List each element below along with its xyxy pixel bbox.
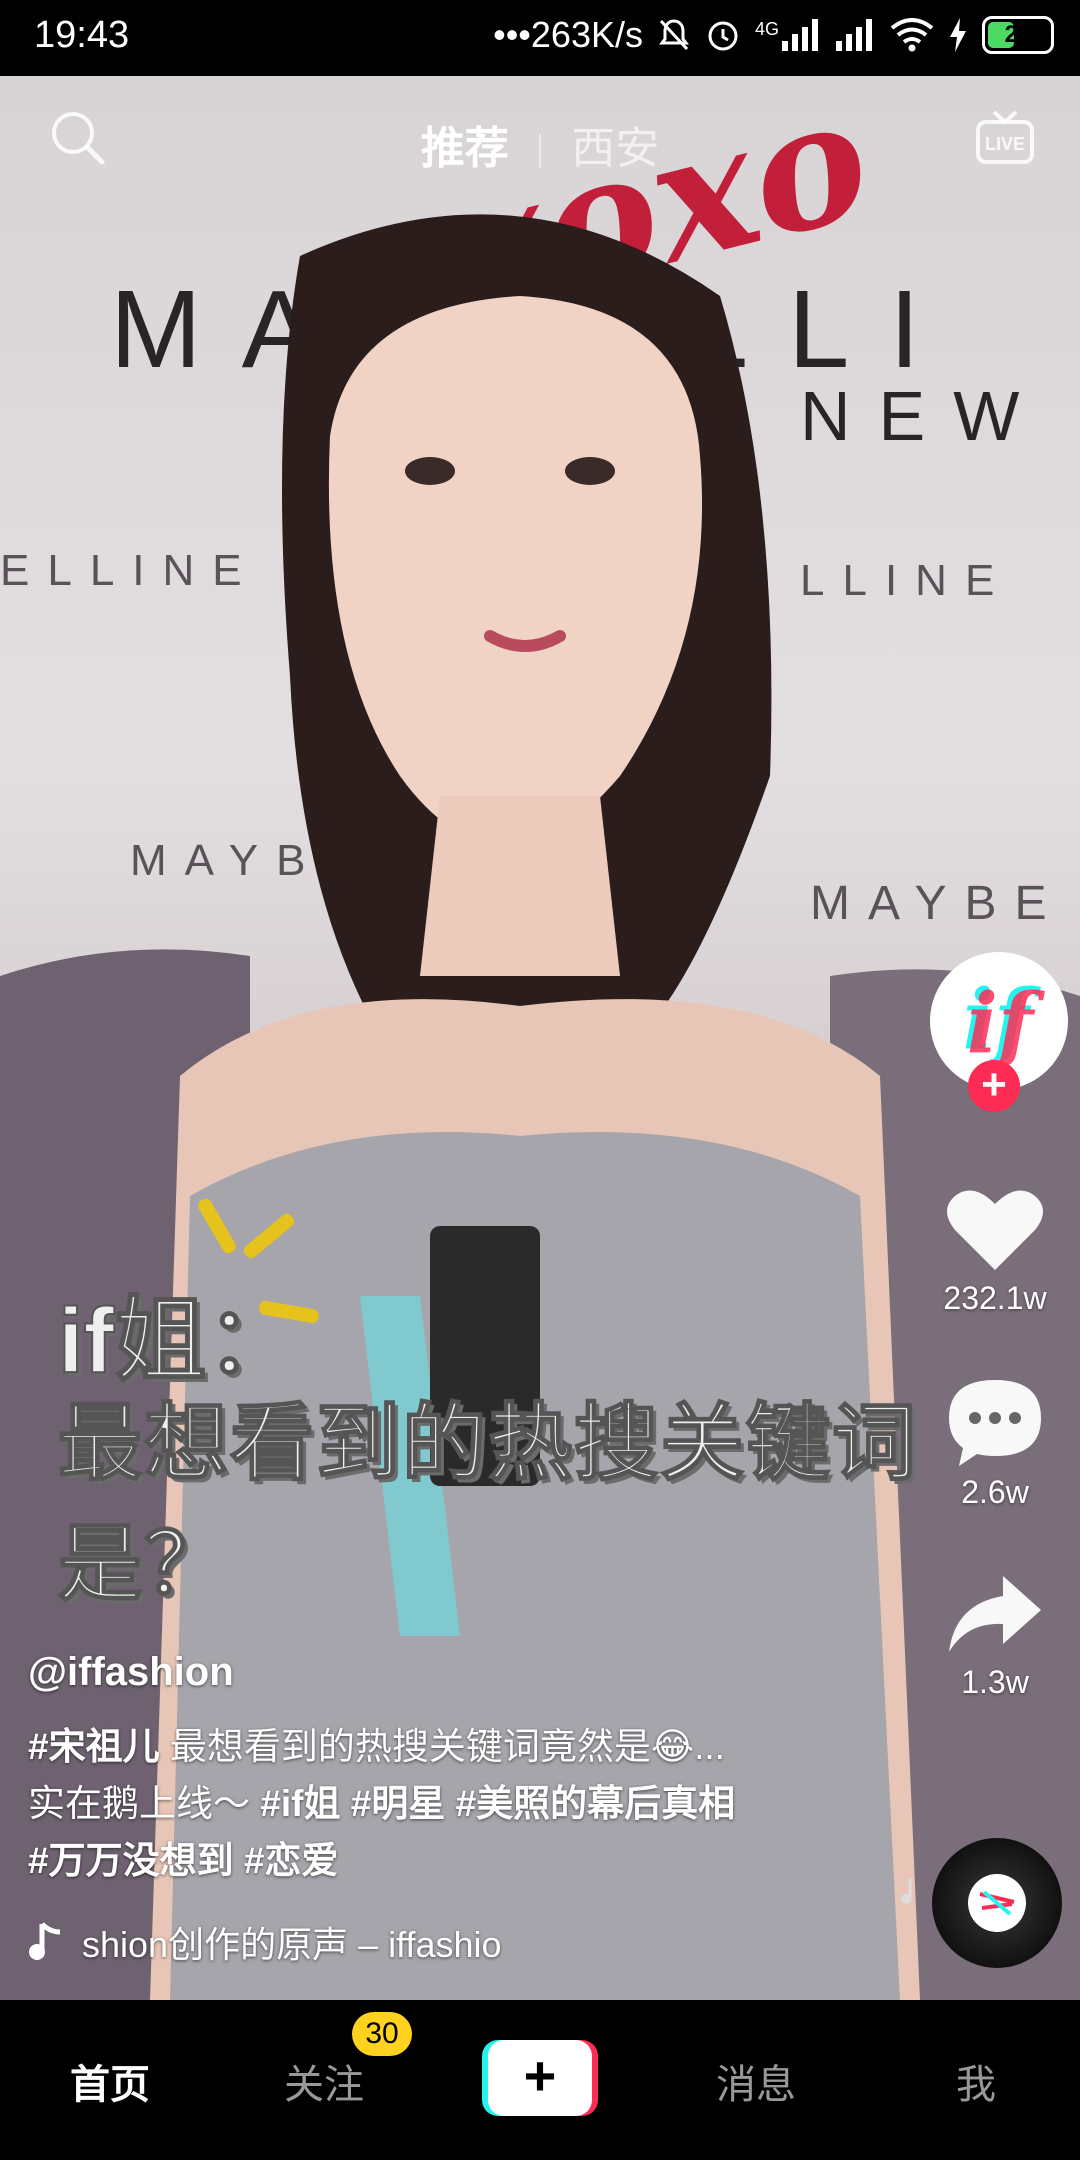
status-icons: •••263K/s 4G 28 bbox=[493, 14, 1054, 56]
like-count: 232.1w bbox=[943, 1280, 1047, 1316]
comment-button[interactable]: 2.6w bbox=[930, 1376, 1060, 1511]
video-caption-question: 最想看到的热搜关键词是？ bbox=[57, 1395, 919, 1612]
network-speed: •••263K/s bbox=[493, 14, 643, 55]
like-button[interactable]: 232.1w bbox=[930, 1184, 1060, 1317]
status-time: 19:43 bbox=[34, 14, 130, 56]
live-icon[interactable]: LIVE bbox=[974, 106, 1036, 168]
author-name[interactable]: @iffashion bbox=[28, 1650, 234, 1695]
top-nav: 推荐 西安 LIVE bbox=[0, 76, 1080, 206]
disc-logo-icon bbox=[979, 1890, 1015, 1916]
music-title: shion创作的原声 – iffashio bbox=[82, 1924, 502, 1965]
charging-icon bbox=[948, 18, 968, 52]
create-plus-icon: + bbox=[488, 2040, 592, 2116]
tab-divider bbox=[539, 134, 541, 169]
feed-tabs: 推荐 西安 bbox=[0, 112, 1080, 176]
alarm-icon bbox=[705, 17, 741, 53]
mute-bell-icon bbox=[657, 17, 691, 53]
tab-local-city[interactable]: 西安 bbox=[553, 112, 677, 176]
hashtags[interactable]: #if姐 #明星 #美照的幕后真相 bbox=[250, 1783, 735, 1824]
create-button[interactable]: + bbox=[482, 2040, 598, 2116]
music-disc-cover bbox=[968, 1874, 1026, 1932]
battery-icon: 28 bbox=[982, 16, 1054, 54]
battery-level: 28 bbox=[1004, 21, 1032, 48]
wifi-icon bbox=[890, 18, 934, 52]
description-text: 最想看到的热搜关键词竟然是😂... bbox=[159, 1726, 725, 1767]
music-note-icon bbox=[29, 1922, 61, 1960]
share-arrow-icon bbox=[949, 1576, 1041, 1652]
comment-icon bbox=[949, 1380, 1041, 1466]
floating-note-icon bbox=[901, 1878, 912, 1904]
signal-label: 4G bbox=[754, 19, 779, 39]
video-frame-person bbox=[0, 214, 1080, 2000]
share-button[interactable]: 1.3w bbox=[930, 1572, 1060, 1701]
heart-icon bbox=[947, 1190, 1043, 1270]
svg-text:if: if bbox=[967, 976, 1045, 1072]
tab-recommended[interactable]: 推荐 bbox=[403, 112, 527, 176]
bottom-nav: 首页 关注 30 + 消息 我 bbox=[0, 2000, 1080, 2160]
hashtag[interactable]: #宋祖儿 bbox=[28, 1726, 160, 1767]
nav-me[interactable]: 我 bbox=[956, 2052, 996, 2110]
hashtags[interactable]: #万万没想到 #恋爱 bbox=[28, 1840, 338, 1881]
signal-icon bbox=[836, 19, 876, 51]
post-description[interactable]: #宋祖儿 最想看到的热搜关键词竟然是😂... 实在鹅上线～ #if姐 #明星 #… bbox=[28, 1718, 828, 1889]
share-count: 1.3w bbox=[961, 1664, 1029, 1700]
music-info[interactable]: shion创作的原声 – iffashio bbox=[28, 1916, 502, 1968]
nav-following[interactable]: 关注 bbox=[284, 2052, 364, 2110]
status-bar: 19:43 •••263K/s 4G 28 bbox=[0, 0, 1080, 76]
video-player[interactable]: MAYBELLI NEW ELLINE LLINE MAYBE MAYBE xo… bbox=[0, 76, 1080, 2000]
music-disc[interactable] bbox=[932, 1838, 1062, 1968]
follow-button[interactable]: + bbox=[968, 1060, 1020, 1112]
nav-messages[interactable]: 消息 bbox=[716, 2052, 796, 2110]
nav-home[interactable]: 首页 bbox=[70, 2052, 150, 2110]
svg-text:LIVE: LIVE bbox=[985, 134, 1025, 154]
comment-count: 2.6w bbox=[961, 1474, 1029, 1510]
following-badge: 30 bbox=[352, 2012, 412, 2056]
signal-4g-icon: 4G bbox=[755, 19, 822, 51]
description-text: 实在鹅上线～ bbox=[28, 1783, 250, 1824]
